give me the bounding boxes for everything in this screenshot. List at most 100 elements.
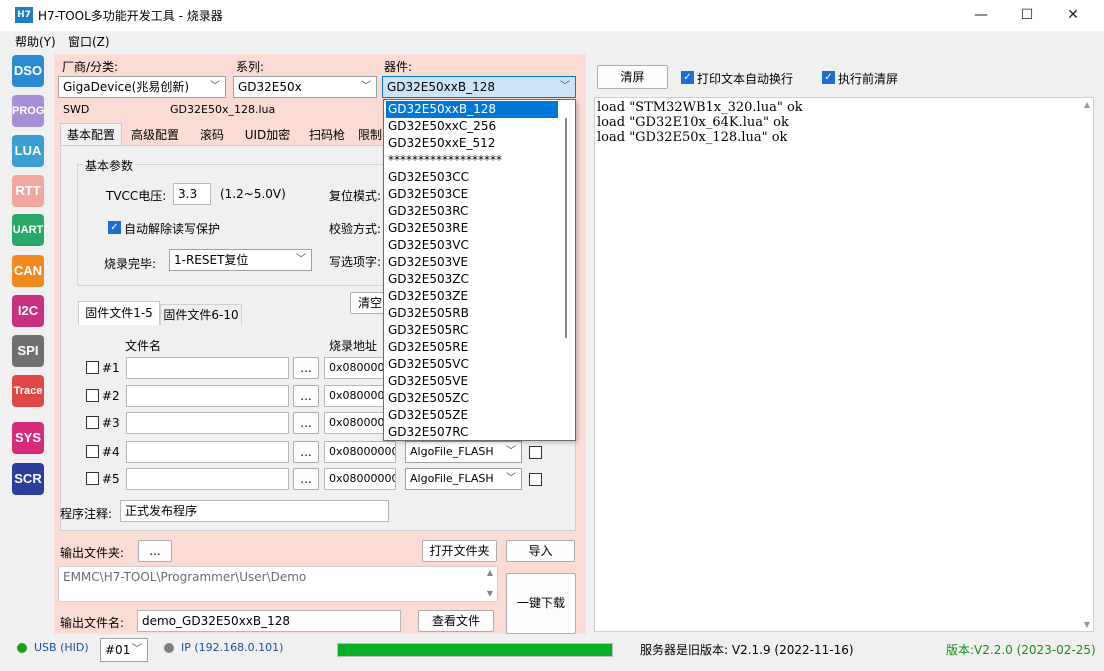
tvcc-input[interactable]: 3.3 [173, 183, 211, 205]
tab-2[interactable]: 滚码 [188, 123, 236, 145]
dropdown-option[interactable]: GD32E503VC [386, 237, 558, 254]
dropdown-option[interactable]: GD32E505ZC [386, 390, 558, 407]
clear-screen-button[interactable]: 清屏 [597, 65, 668, 89]
tab-0[interactable]: 基本配置 [60, 123, 122, 145]
browse-button[interactable]: ... [293, 412, 319, 434]
dropdown-option[interactable]: GD32E507RC [386, 424, 558, 440]
server-version-text: 服务器是旧版本: V2.1.9 (2022-11-16) [640, 643, 854, 657]
browse-button[interactable]: ... [293, 441, 319, 463]
output-name-input[interactable]: demo_GD32E50xxB_128 [137, 610, 401, 632]
file-name-input[interactable] [126, 385, 289, 407]
address-input[interactable]: 0x08000000 [324, 468, 396, 490]
dropdown-option[interactable]: GD32E503VE [386, 254, 558, 271]
browse-button[interactable]: ... [293, 385, 319, 407]
algo-checkbox[interactable] [529, 473, 542, 486]
sidebar-item-sys[interactable]: SYS [12, 422, 44, 454]
device-label: 器件: [384, 60, 413, 74]
sidebar-item-spi[interactable]: SPI [12, 335, 44, 367]
tab-3[interactable]: UID加密 [236, 123, 299, 145]
dropdown-option[interactable]: GD32E505VE [386, 373, 558, 390]
browse-button[interactable]: ... [293, 468, 319, 490]
output-path-box[interactable]: EMMC\H7-TOOL\Programmer\User\Demo ▲ ▼ [58, 566, 498, 602]
tab-files-1-5[interactable]: 固件文件1-5 [78, 301, 160, 325]
tab-files-6-10[interactable]: 固件文件6-10 [160, 304, 242, 325]
scroll-down-icon[interactable]: ▼ [487, 589, 493, 598]
dropdown-option[interactable]: GD32E503ZC [386, 271, 558, 288]
file-row-checkbox[interactable] [86, 416, 99, 429]
file-name-input[interactable] [126, 412, 289, 434]
device-dropdown-list[interactable]: GD32E50xxB_128 GD32E50xxC_256 GD32E50xxE_5… [383, 99, 576, 441]
usb-label: USB (HID) [34, 641, 89, 654]
file-row-checkbox[interactable] [86, 361, 99, 374]
dropdown-option[interactable]: GD32E505RE [386, 339, 558, 356]
dropdown-scrollbar[interactable] [565, 118, 567, 338]
scroll-up-icon[interactable]: ▲ [487, 568, 493, 577]
file-name-input[interactable] [126, 357, 289, 379]
log-output[interactable]: load "STM32WB1x_320.lua" ok load "GD32E10… [594, 97, 1094, 632]
dropdown-option[interactable]: GD32E505RB [386, 305, 558, 322]
tab-5[interactable]: 限制 [355, 123, 385, 145]
device-value: GD32E50xxB_128 [387, 80, 495, 94]
device-select[interactable]: GD32E50xxB_128 ﹀ [382, 76, 576, 98]
output-folder-label: 输出文件夹: [60, 546, 125, 560]
address-input[interactable]: 0x08000000 [324, 441, 396, 463]
dropdown-option[interactable]: GD32E503ZE [386, 288, 558, 305]
scroll-up-icon[interactable]: ▲ [1084, 100, 1090, 109]
auto-wrap-checkbox[interactable]: ✓ [681, 71, 694, 84]
device-number-select[interactable]: #01 ﹀ [100, 638, 148, 662]
clear-before-checkbox[interactable]: ✓ [822, 71, 835, 84]
tab-4[interactable]: 扫码枪 [299, 123, 355, 145]
sidebar-item-uart[interactable]: UART [12, 214, 44, 246]
algo-checkbox[interactable] [529, 446, 542, 459]
dropdown-option[interactable]: GD32E503RE [386, 220, 558, 237]
dropdown-option[interactable]: GD32E503CE [386, 186, 558, 203]
file-name-input[interactable] [126, 441, 289, 463]
sidebar-item-rtt[interactable]: RTT [12, 175, 44, 207]
menu-window[interactable]: 窗口(Z) [68, 33, 110, 50]
write-option-label: 写选项字: [329, 255, 382, 269]
scroll-down-icon[interactable]: ▼ [1084, 620, 1090, 629]
dropdown-option[interactable]: GD32E503RC [386, 203, 558, 220]
import-button[interactable]: 导入 [506, 540, 575, 562]
dropdown-option[interactable]: GD32E503CC [386, 169, 558, 186]
output-folder-button[interactable]: ... [138, 540, 172, 562]
dropdown-option[interactable]: GD32E505ZE [386, 407, 558, 424]
algo-select[interactable]: AlgoFile_FLASH ﹀ [405, 441, 522, 463]
file-row-checkbox[interactable] [86, 472, 99, 485]
view-file-button[interactable]: 查看文件 [418, 610, 494, 632]
dropdown-option[interactable]: GD32E50xxB_128 [386, 101, 558, 118]
one-click-download-button[interactable]: 一键下载 [506, 573, 576, 634]
file-row-checkbox[interactable] [86, 445, 99, 458]
sidebar-item-i2c[interactable]: I2C [12, 295, 44, 327]
menu-help[interactable]: 帮助(Y) [15, 33, 56, 50]
minimize-button[interactable]: — [958, 0, 1004, 31]
ip-label: IP (192.168.0.101) [181, 641, 284, 654]
dropdown-option[interactable]: GD32E505RC [386, 322, 558, 339]
file-row-checkbox[interactable] [86, 389, 99, 402]
sidebar-item-lua[interactable]: LUA [12, 135, 44, 167]
app-icon: H7 [15, 7, 33, 23]
dropdown-option[interactable]: GD32E50xxC_256 [386, 118, 558, 135]
open-folder-button[interactable]: 打开文件夹 [422, 540, 497, 562]
close-button[interactable]: ✕ [1050, 0, 1096, 31]
sidebar-item-trace[interactable]: Trace [12, 375, 44, 407]
note-input[interactable]: 正式发布程序 [120, 500, 389, 522]
dropdown-option[interactable]: GD32E50xxE_512 [386, 135, 558, 152]
tab-1[interactable]: 高级配置 [122, 123, 188, 145]
sidebar-item-dso[interactable]: DSO [12, 55, 44, 87]
algo-select[interactable]: AlgoFile_FLASH ﹀ [405, 468, 522, 490]
dropdown-option[interactable]: GD32E505VC [386, 356, 558, 373]
auto-unlock-checkbox[interactable]: ✓ [108, 221, 121, 234]
series-select[interactable]: GD32E50x ﹀ [233, 76, 377, 98]
sidebar-item-can[interactable]: CAN [12, 255, 44, 287]
maximize-button[interactable]: ☐ [1004, 0, 1050, 31]
sidebar-item-prog[interactable]: PROG [12, 95, 44, 127]
log-line: load "STM32WB1x_320.lua" ok [597, 100, 803, 115]
sidebar-item-scr[interactable]: SCR [12, 463, 44, 495]
browse-button[interactable]: ... [293, 357, 319, 379]
dropdown-option[interactable]: ******************* [386, 152, 558, 169]
file-name-input[interactable] [126, 468, 289, 490]
finish-select[interactable]: 1-RESET复位 ﹀ [169, 249, 312, 271]
vendor-select[interactable]: GigaDevice(兆易创新) ﹀ [58, 76, 226, 98]
interface-label: SWD [63, 103, 90, 116]
